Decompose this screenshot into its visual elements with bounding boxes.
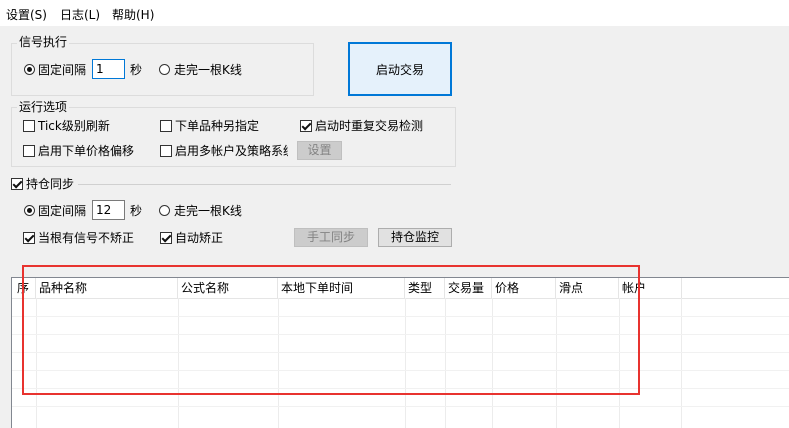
grid-line: [681, 298, 682, 428]
price-offset-label: 启用下单价格偏移: [38, 144, 135, 158]
manual-sync-button[interactable]: 手工同步: [294, 228, 368, 247]
signal-kline-label: 走完一根K线: [174, 63, 242, 77]
sync-seconds-label: 秒: [130, 204, 143, 218]
run-options-group: [11, 107, 456, 167]
sync-kline-label: 走完一根K线: [174, 204, 242, 218]
no-correct-label: 当根有信号不矫正: [38, 231, 135, 245]
signal-seconds-label: 秒: [130, 63, 143, 77]
position-monitor-button[interactable]: 持仓监控: [378, 228, 452, 247]
settings-button[interactable]: 设置: [297, 141, 342, 160]
auto-correct-label: 自动矫正: [175, 231, 224, 245]
multi-account-checkbox[interactable]: [160, 145, 172, 157]
menu-settings[interactable]: 设置(S): [6, 8, 47, 22]
order-variety-label: 下单品种另指定: [175, 119, 260, 133]
menu-log[interactable]: 日志(L): [60, 8, 100, 22]
sync-kline-radio[interactable]: [159, 205, 170, 216]
highlight-box: [22, 265, 640, 395]
start-trading-button[interactable]: 启动交易: [348, 42, 452, 96]
price-offset-checkbox[interactable]: [23, 145, 35, 157]
grid-line: [12, 406, 789, 407]
signal-group-title: 信号执行: [17, 35, 70, 49]
menu-help[interactable]: 帮助(H): [112, 8, 154, 22]
signal-fixed-interval-radio[interactable]: [24, 64, 35, 75]
position-sync-title: 持仓同步: [26, 177, 75, 191]
signal-interval-input[interactable]: 1: [92, 59, 125, 79]
restart-check-checkbox[interactable]: [300, 120, 312, 132]
position-sync-checkbox[interactable]: [11, 178, 23, 190]
signal-fixed-interval-label: 固定间隔: [38, 63, 87, 77]
no-correct-checkbox[interactable]: [23, 232, 35, 244]
position-sync-divider: [78, 184, 451, 185]
sync-interval-input[interactable]: 12: [92, 200, 125, 220]
auto-correct-checkbox[interactable]: [160, 232, 172, 244]
multi-account-label: 启用多帐户及策略系统: [175, 144, 288, 158]
restart-check-label: 启动时重复交易检测: [315, 119, 424, 133]
sync-fixed-interval-label: 固定间隔: [38, 204, 87, 218]
menu-bar: 设置(S) 日志(L) 帮助(H): [0, 0, 789, 26]
signal-kline-radio[interactable]: [159, 64, 170, 75]
tick-refresh-label: Tick级别刷新: [38, 119, 110, 133]
order-variety-checkbox[interactable]: [160, 120, 172, 132]
run-options-title: 运行选项: [17, 100, 70, 114]
sync-fixed-interval-radio[interactable]: [24, 205, 35, 216]
tick-refresh-checkbox[interactable]: [23, 120, 35, 132]
